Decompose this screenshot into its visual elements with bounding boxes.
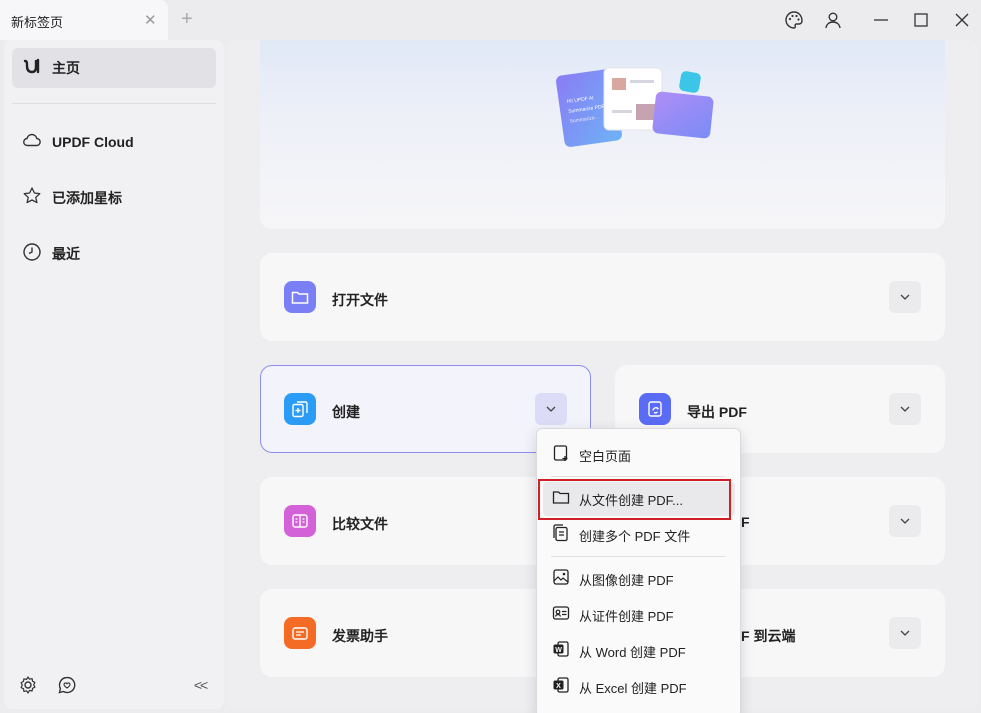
- maximize-button[interactable]: [909, 8, 933, 32]
- minimize-button[interactable]: [869, 8, 893, 32]
- menu-item-from-id[interactable]: 从证件创建 PDF: [543, 598, 735, 632]
- sidebar-item-label: 已添加星标: [52, 190, 122, 206]
- word-icon: W: [551, 639, 571, 664]
- svg-text:W: W: [555, 646, 562, 653]
- hidden-card-1-dropdown-button[interactable]: [889, 505, 921, 537]
- folder-icon: [284, 281, 316, 313]
- updf-logo-icon: [22, 56, 42, 81]
- create-dropdown-menu: 空白页面 从文件创建 PDF... 创建多个 PDF 文件 从图像创建 PDF …: [536, 428, 741, 713]
- clock-icon: [22, 242, 42, 267]
- account-icon[interactable]: [821, 8, 845, 32]
- id-card-icon: [551, 603, 571, 628]
- menu-item-label: 空白页面: [579, 448, 632, 464]
- sidebar-item-label: 主页: [52, 60, 80, 76]
- invoice-icon: [284, 617, 316, 649]
- menu-item-label: 从证件创建 PDF: [579, 608, 674, 624]
- hidden-card-1-label: F: [741, 514, 750, 530]
- menu-item-label: 创建多个 PDF 文件: [579, 528, 691, 544]
- sidebar-item-starred[interactable]: 已添加星标: [12, 178, 216, 218]
- open-file-card[interactable]: 打开文件: [260, 253, 945, 341]
- create-dropdown-button[interactable]: [535, 393, 567, 425]
- menu-divider: [551, 556, 725, 557]
- menu-item-from-word[interactable]: W 从 Word 创建 PDF: [543, 634, 735, 668]
- add-tab-button[interactable]: +: [181, 8, 193, 31]
- compare-icon: [284, 505, 316, 537]
- sidebar-item-home[interactable]: 主页: [12, 48, 216, 88]
- sidebar-item-label: UPDF Cloud: [52, 134, 134, 150]
- create-label: 创建: [332, 404, 360, 420]
- divider: [12, 103, 216, 104]
- excel-icon: X: [551, 675, 571, 700]
- open-file-label: 打开文件: [332, 292, 388, 308]
- menu-divider: [551, 476, 725, 477]
- menu-item-label: 从 Excel 创建 PDF: [579, 680, 687, 696]
- feedback-icon[interactable]: [56, 674, 78, 696]
- blank-page-icon: [551, 443, 571, 468]
- export-pdf-label: 导出 PDF: [687, 404, 747, 420]
- hero-banner: Hi! UPDF AI Summarize PDF Summarize...: [260, 40, 945, 229]
- hero-illustration: Hi! UPDF AI Summarize PDF Summarize...: [556, 67, 714, 147]
- menu-item-from-excel[interactable]: X 从 Excel 创建 PDF: [543, 670, 735, 704]
- sidebar-item-label: 最近: [52, 246, 80, 262]
- collapse-sidebar-icon[interactable]: <<: [189, 674, 211, 696]
- menu-item-multiple-files[interactable]: 创建多个 PDF 文件: [543, 518, 735, 552]
- tab-close-icon[interactable]: ✕: [144, 11, 157, 29]
- close-window-button[interactable]: [950, 8, 974, 32]
- image-icon: [551, 567, 571, 592]
- tab-new[interactable]: 新标签页 ✕: [0, 0, 168, 40]
- menu-item-label: 从 Word 创建 PDF: [579, 644, 686, 660]
- create-icon: [284, 393, 316, 425]
- hidden-card-2-label: F 到云端: [741, 628, 796, 644]
- menu-item-blank-page[interactable]: 空白页面: [543, 438, 735, 472]
- invoice-assistant-label: 发票助手: [332, 628, 388, 644]
- cloud-icon: [22, 130, 42, 155]
- menu-item-from-image[interactable]: 从图像创建 PDF: [543, 562, 735, 596]
- sidebar-item-cloud[interactable]: UPDF Cloud: [12, 122, 216, 162]
- export-icon: [639, 393, 671, 425]
- export-dropdown-button[interactable]: [889, 393, 921, 425]
- sidebar-item-recent[interactable]: 最近: [12, 234, 216, 274]
- star-icon: [22, 186, 42, 211]
- tab-title: 新标签页: [11, 15, 64, 30]
- multi-file-icon: [551, 523, 571, 548]
- highlight-box: [538, 479, 731, 520]
- sidebar: 主页 UPDF Cloud 已添加星标 最近 <<: [4, 40, 224, 709]
- menu-item-label: 从图像创建 PDF: [579, 572, 674, 588]
- hidden-card-2-dropdown-button[interactable]: [889, 617, 921, 649]
- settings-gear-icon[interactable]: [17, 674, 39, 696]
- theme-palette-icon[interactable]: [782, 8, 806, 32]
- compare-files-label: 比较文件: [332, 516, 388, 532]
- title-bar: 新标签页 ✕ +: [0, 0, 981, 40]
- svg-text:X: X: [556, 682, 561, 689]
- open-file-dropdown-button[interactable]: [889, 281, 921, 313]
